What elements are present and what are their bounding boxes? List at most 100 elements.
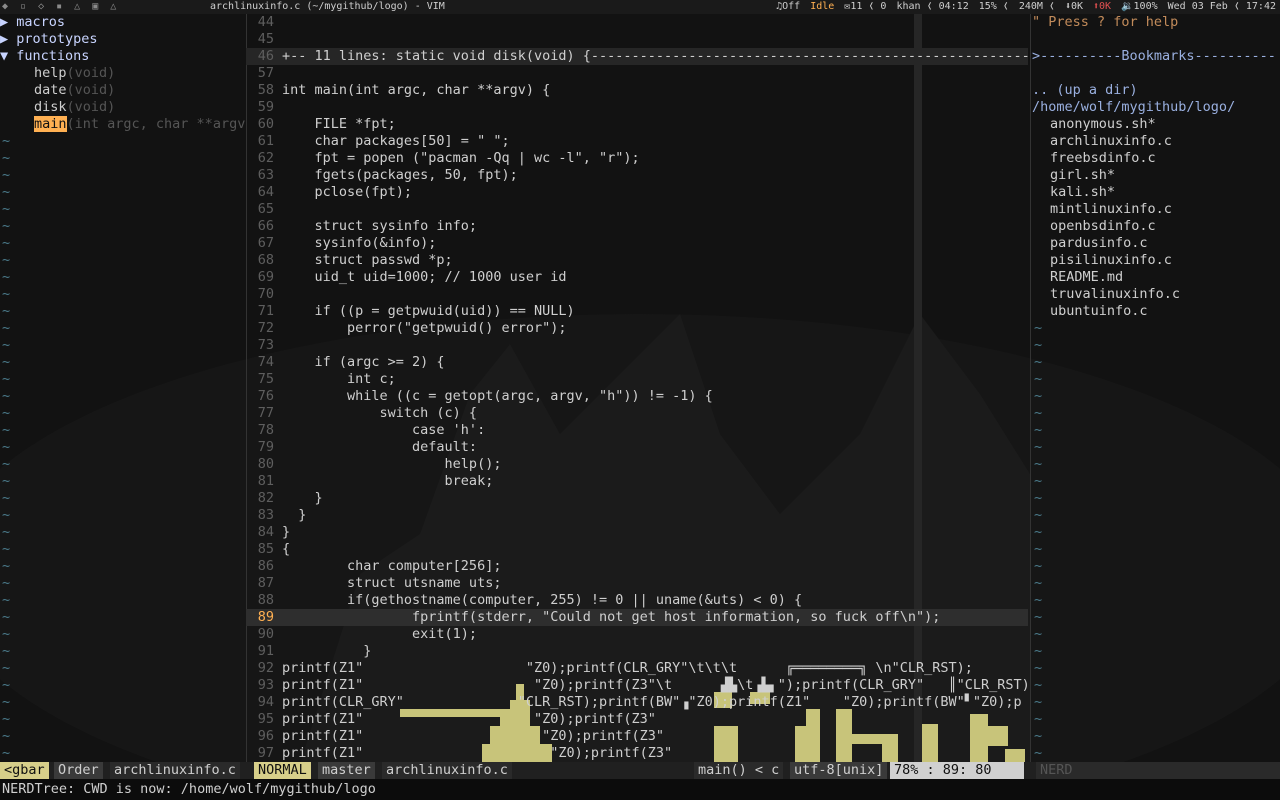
code-line[interactable]: 70 bbox=[246, 286, 282, 303]
code-line[interactable]: 86 char computer[256]; bbox=[246, 558, 502, 575]
code-line[interactable]: 74 if (argc >= 2) { bbox=[246, 354, 445, 371]
tagbar-fn-date[interactable]: date(void) bbox=[34, 82, 115, 99]
tagbar-group-macros[interactable]: ▶ macros bbox=[0, 14, 65, 31]
empty-line-tilde: ~ bbox=[1034, 439, 1043, 455]
empty-line-tilde: ~ bbox=[2, 371, 11, 387]
code-line[interactable]: 88 if(gethostname(computer, 255) != 0 ||… bbox=[246, 592, 802, 609]
code-line[interactable]: 68 struct passwd *p; bbox=[246, 252, 453, 269]
code-line[interactable]: 67 sysinfo(&info); bbox=[246, 235, 437, 252]
nerdtree-file[interactable]: pisilinuxinfo.c bbox=[1050, 252, 1172, 269]
code-line[interactable]: 78 case 'h': bbox=[246, 422, 485, 439]
code-line[interactable]: 64 pclose(fpt); bbox=[246, 184, 412, 201]
empty-line-tilde: ~ bbox=[2, 303, 11, 319]
nerdtree-file[interactable]: kali.sh* bbox=[1050, 184, 1115, 201]
tagbar-fn-disk[interactable]: disk(void) bbox=[34, 99, 115, 116]
nerdtree-file[interactable]: mintlinuxinfo.c bbox=[1050, 201, 1172, 218]
empty-line-tilde: ~ bbox=[2, 541, 11, 557]
mode-indicator: NORMAL bbox=[254, 762, 311, 779]
memory-icon: 240M ❬ bbox=[1018, 1, 1055, 12]
expand-arrow-icon[interactable]: ▶ bbox=[0, 14, 8, 30]
line-text: default: bbox=[282, 439, 478, 455]
code-line[interactable]: 87 struct utsname uts; bbox=[246, 575, 502, 592]
line-number: 46 bbox=[257, 48, 274, 64]
fn-sig: (void) bbox=[66, 65, 116, 81]
code-line[interactable]: 83 } bbox=[246, 507, 307, 524]
code-line[interactable]: 65 bbox=[246, 201, 282, 218]
code-line[interactable]: 73 bbox=[246, 337, 282, 354]
tagbar-fn-help[interactable]: help(void) bbox=[34, 65, 115, 82]
line-text: printf(CLR_GRY" "CLR_RST);printf(BW"▗"Z0… bbox=[282, 694, 1022, 710]
code-line[interactable]: 84} bbox=[246, 524, 290, 541]
empty-line-tilde: ~ bbox=[1034, 660, 1043, 676]
code-line[interactable]: 62 fpt = popen ("pacman -Qq | wc -l", "r… bbox=[246, 150, 640, 167]
code-line[interactable]: 60 FILE *fpt; bbox=[246, 116, 396, 133]
command-line[interactable]: NERDTree: CWD is now: /home/wolf/mygithu… bbox=[0, 779, 1280, 800]
nerdtree-file[interactable]: archlinuxinfo.c bbox=[1050, 133, 1172, 150]
line-number: 59 bbox=[257, 99, 274, 115]
code-line[interactable]: 79 default: bbox=[246, 439, 477, 456]
code-line[interactable]: 76 while ((c = getopt(argc, argv, "h")) … bbox=[246, 388, 713, 405]
code-line[interactable]: 95 printf(Z1" "Z0);printf(Z3" bbox=[246, 711, 656, 728]
empty-line-tilde: ~ bbox=[2, 320, 11, 336]
code-line[interactable]: 90 exit(1); bbox=[246, 626, 477, 643]
code-line[interactable]: 59 bbox=[246, 99, 282, 116]
code-line[interactable]: 80 help(); bbox=[246, 456, 502, 473]
nerdtree-file[interactable]: girl.sh* bbox=[1050, 167, 1115, 184]
code-line[interactable]: 45 bbox=[246, 31, 282, 48]
code-line[interactable]: 96 printf(Z1" "Z0);printf(Z3" bbox=[246, 728, 664, 745]
code-line[interactable]: 89 fprintf(stderr, "Could not get host i… bbox=[246, 609, 1028, 626]
nerdtree-up-dir[interactable]: .. (up a dir) bbox=[1032, 82, 1138, 99]
expand-arrow-icon[interactable]: ▶ bbox=[0, 31, 8, 47]
nerdtree-file[interactable]: README.md bbox=[1050, 269, 1123, 286]
line-number: 96 bbox=[257, 728, 274, 744]
code-line[interactable]: 66 struct sysinfo info; bbox=[246, 218, 477, 235]
line-number: 79 bbox=[257, 439, 274, 455]
code-line[interactable]: 57 bbox=[246, 65, 282, 82]
code-line[interactable]: 58 int main(int argc, char **argv) { bbox=[246, 82, 550, 99]
line-number: 88 bbox=[257, 592, 274, 608]
code-line[interactable]: 92 printf(Z1" "Z0);printf(CLR_GRY"\t\t\t … bbox=[246, 660, 973, 677]
code-line[interactable]: 82 } bbox=[246, 490, 323, 507]
code-line[interactable]: 94 printf(CLR_GRY" "CLR_RST);printf(BW"▗"… bbox=[246, 694, 1022, 711]
folded-lines[interactable]: 46 +-- 11 lines: static void disk(void) {… bbox=[246, 48, 1028, 65]
tagbar-fn-main[interactable]: main(int argc, char **argv bbox=[34, 116, 245, 133]
nerdtree-file[interactable]: pardusinfo.c bbox=[1050, 235, 1148, 252]
code-line[interactable]: 81 break; bbox=[246, 473, 494, 490]
code-line[interactable]: 71 if ((p = getpwuid(uid)) == NULL) bbox=[246, 303, 575, 320]
line-number: 81 bbox=[257, 473, 274, 489]
code-line[interactable]: 63 fgets(packages, 50, fpt); bbox=[246, 167, 518, 184]
code-line[interactable]: 97 printf(Z1" "Z0);printf(Z3" bbox=[246, 745, 672, 762]
line-text: if(gethostname(computer, 255) != 0 || un… bbox=[282, 592, 803, 608]
code-line[interactable]: 91 } bbox=[246, 643, 372, 660]
nerdtree-file[interactable]: truvalinuxinfo.c bbox=[1050, 286, 1180, 303]
code-line[interactable]: 61 char packages[50] = " "; bbox=[246, 133, 510, 150]
code-line[interactable]: 69 uid_t uid=1000; // 1000 user id bbox=[246, 269, 567, 286]
code-line[interactable]: 93 printf(Z1" "Z0);printf(Z3"\t ▟▙\t▗▙▖")… bbox=[246, 677, 1028, 694]
nerdtree-cwd[interactable]: /home/wolf/mygithub/logo/ bbox=[1032, 99, 1235, 116]
code-line[interactable]: 72 perror("getpwuid() error"); bbox=[246, 320, 567, 337]
nerdtree-file[interactable]: anonymous.sh* bbox=[1050, 116, 1156, 133]
code-line[interactable]: 77 switch (c) { bbox=[246, 405, 477, 422]
collapse-arrow-icon[interactable]: ▼ bbox=[0, 48, 8, 64]
line-number: 68 bbox=[257, 252, 274, 268]
nerdtree-file[interactable]: openbsdinfo.c bbox=[1050, 218, 1156, 235]
empty-line-tilde: ~ bbox=[2, 456, 11, 472]
line-number: 93 bbox=[257, 677, 274, 693]
line-number: 63 bbox=[257, 167, 274, 183]
code-line[interactable]: 44 bbox=[246, 14, 282, 31]
line-number: 58 bbox=[257, 82, 274, 98]
workspace-indicators[interactable]: ◆ ▫ ◇ ▪ △ ▣ △ bbox=[2, 0, 119, 14]
tagbar-group-functions[interactable]: ▼ functions bbox=[0, 48, 89, 65]
editor-pane[interactable]: 44 45 46 +-- 11 lines: static void disk(voi… bbox=[246, 14, 1028, 762]
tagbar-group-prototypes[interactable]: ▶ prototypes bbox=[0, 31, 98, 48]
line-number: 60 bbox=[257, 116, 274, 132]
nerdtree-file[interactable]: freebsdinfo.c bbox=[1050, 150, 1156, 167]
empty-line-tilde: ~ bbox=[2, 473, 11, 489]
code-line[interactable]: 85 { bbox=[246, 541, 290, 558]
code-line[interactable]: 75 int c; bbox=[246, 371, 396, 388]
fn-name: date bbox=[34, 82, 67, 98]
line-text: printf(Z1" "Z0);printf(Z3"\t ▟▙\t▗▙▖");p… bbox=[282, 677, 1028, 693]
nerdtree-file[interactable]: ubuntuinfo.c bbox=[1050, 303, 1148, 320]
nerdtree-separator[interactable] bbox=[1030, 14, 1031, 762]
line-text: if ((p = getpwuid(uid)) == NULL) bbox=[282, 303, 575, 319]
